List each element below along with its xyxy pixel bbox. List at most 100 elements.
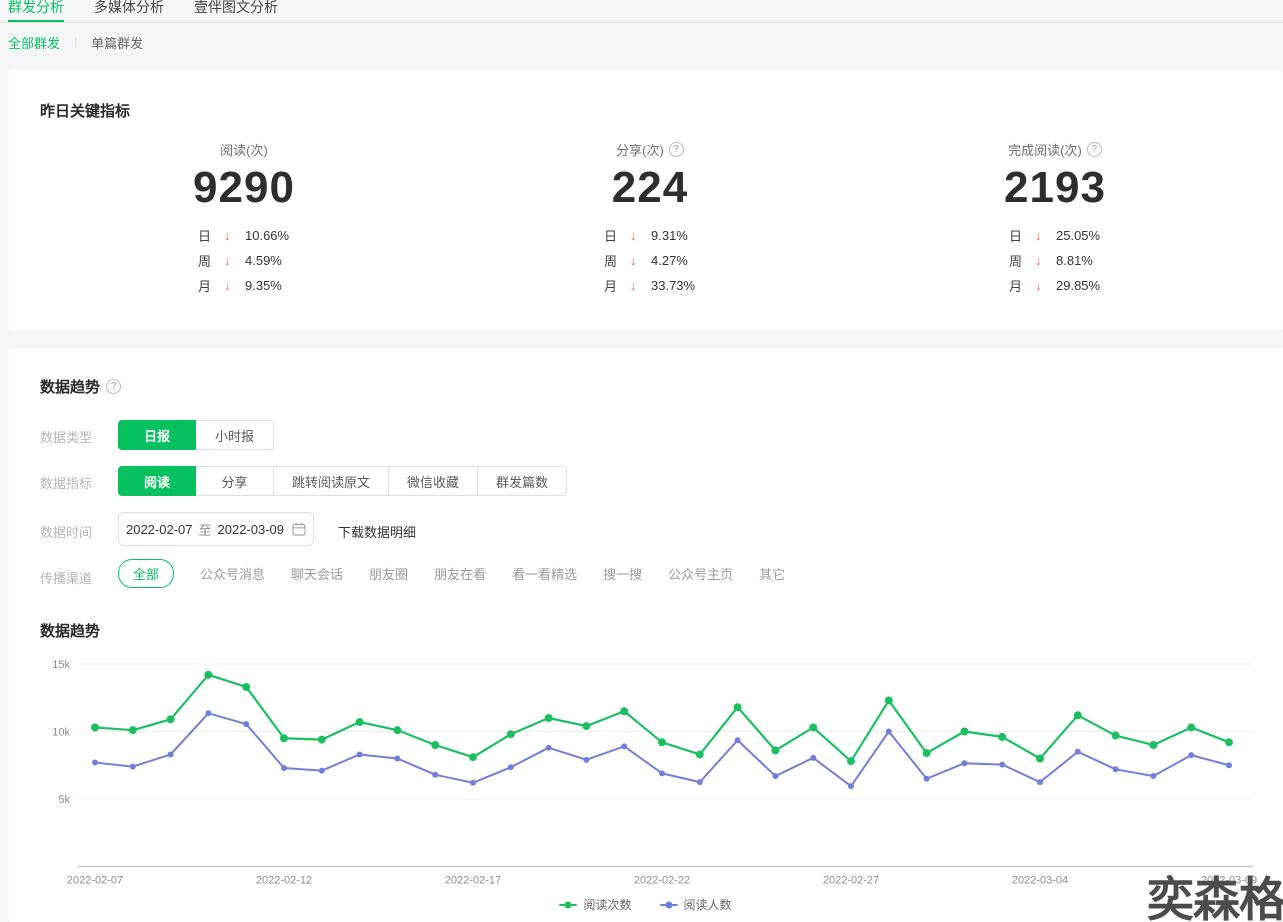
- channel-moments[interactable]: 朋友圈: [369, 564, 408, 583]
- period-label: 月: [604, 276, 630, 295]
- metric-share-label-text: 分享(次): [616, 140, 664, 159]
- filter-label-channel: 传播渠道: [40, 568, 92, 587]
- main-tabbar: 群发分析 多媒体分析 壹伴图文分析: [0, 0, 1283, 23]
- metric-wechat-favorite-button[interactable]: 微信收藏: [389, 466, 478, 496]
- legend-reader-count[interactable]: 阅读人数: [660, 896, 732, 913]
- percent-value: 4.27%: [651, 253, 688, 268]
- legend-read-count[interactable]: 阅读次数: [559, 896, 631, 913]
- period-label: 日: [604, 226, 630, 245]
- percent-value: 8.81%: [1056, 253, 1093, 268]
- legend-marker-green: [559, 904, 577, 906]
- period-label: 周: [198, 251, 224, 270]
- site-watermark: 奕森格: [1147, 861, 1283, 922]
- filter-label-data-type: 数据类型: [40, 427, 92, 446]
- chart-legend: 阅读次数 阅读人数: [8, 896, 1283, 913]
- period-label: 周: [1009, 251, 1035, 270]
- channel-filter-row: 全部 公众号消息 聊天会话 朋友圈 朋友在看 看一看精选 搜一搜 公众号主页 其…: [118, 559, 785, 588]
- channel-account-homepage[interactable]: 公众号主页: [668, 564, 733, 583]
- trend-row-day: 日 ↓ 9.31%: [590, 223, 710, 248]
- down-arrow-icon: ↓: [630, 253, 651, 268]
- legend-label: 阅读人数: [684, 896, 732, 913]
- help-icon[interactable]: ?: [669, 142, 684, 157]
- channel-friends-reading[interactable]: 朋友在看: [434, 564, 486, 583]
- channel-top-stories[interactable]: 看一看精选: [512, 564, 577, 583]
- metric-share-count: 分享(次) ? 224 日 ↓ 9.31% 周 ↓ 4.27% 月 ↓ 33.7…: [530, 140, 770, 298]
- tab-yiban-article-analysis[interactable]: 壹伴图文分析: [194, 0, 278, 22]
- trend-row-week: 周 ↓ 4.59%: [184, 248, 304, 273]
- svg-text:2022-03-04: 2022-03-04: [1012, 875, 1068, 887]
- tab-multimedia-analysis[interactable]: 多媒体分析: [94, 0, 164, 22]
- period-label: 月: [198, 276, 224, 295]
- help-icon[interactable]: ?: [1087, 142, 1102, 157]
- metric-read-count: 阅读(次) 9290 日 ↓ 10.66% 周 ↓ 4.59% 月 ↓ 9.35…: [124, 140, 364, 298]
- data-type-daily-button[interactable]: 日报: [118, 420, 196, 450]
- period-label: 月: [1009, 276, 1035, 295]
- trend-row-day: 日 ↓ 10.66%: [184, 223, 304, 248]
- trend-row-month: 月 ↓ 29.85%: [995, 273, 1115, 298]
- percent-value: 9.35%: [245, 278, 282, 293]
- metric-read-trends: 日 ↓ 10.66% 周 ↓ 4.59% 月 ↓ 9.35%: [184, 223, 304, 298]
- channel-chat-session[interactable]: 聊天会话: [291, 564, 343, 583]
- trend-row-month: 月 ↓ 33.73%: [590, 273, 710, 298]
- down-arrow-icon: ↓: [630, 278, 651, 293]
- metric-read-button[interactable]: 阅读: [118, 466, 196, 496]
- svg-text:2022-02-07: 2022-02-07: [67, 875, 123, 887]
- percent-value: 33.73%: [651, 278, 695, 293]
- metric-share-trends: 日 ↓ 9.31% 周 ↓ 4.27% 月 ↓ 33.73%: [590, 223, 710, 298]
- date-range-end: 2022-03-09: [218, 522, 285, 537]
- down-arrow-icon: ↓: [224, 278, 245, 293]
- metrics-card-title-text: 昨日关键指标: [40, 100, 130, 121]
- yesterday-key-metrics-card: 昨日关键指标 阅读(次) 9290 日 ↓ 10.66% 周 ↓ 4.59% 月…: [8, 70, 1283, 330]
- percent-value: 10.66%: [245, 228, 289, 243]
- help-icon[interactable]: ?: [106, 379, 121, 394]
- down-arrow-icon: ↓: [1035, 228, 1056, 243]
- percent-value: 25.05%: [1056, 228, 1100, 243]
- period-label: 日: [1009, 226, 1035, 245]
- channel-all[interactable]: 全部: [118, 559, 174, 588]
- channel-other[interactable]: 其它: [759, 564, 785, 583]
- metric-mass-send-count-button[interactable]: 群发篇数: [478, 466, 567, 496]
- data-type-hourly-button[interactable]: 小时报: [196, 420, 274, 450]
- trend-row-week: 周 ↓ 8.81%: [995, 248, 1115, 273]
- trend-line-chart[interactable]: 5k10k15k2022-02-072022-02-122022-02-1720…: [8, 643, 1283, 893]
- metric-complete-read-label: 完成阅读(次) ?: [935, 140, 1175, 159]
- data-metric-button-group: 阅读 分享 跳转阅读原文 微信收藏 群发篇数: [118, 466, 567, 496]
- svg-text:2022-02-27: 2022-02-27: [823, 875, 879, 887]
- svg-text:10k: 10k: [52, 727, 70, 739]
- date-range-start: 2022-02-07: [126, 522, 193, 537]
- metrics-card-title: 昨日关键指标: [40, 100, 130, 121]
- down-arrow-icon: ↓: [630, 228, 651, 243]
- svg-text:2022-02-22: 2022-02-22: [634, 875, 690, 887]
- period-label: 日: [198, 226, 224, 245]
- period-label: 周: [604, 251, 630, 270]
- metric-complete-read-label-text: 完成阅读(次): [1008, 140, 1082, 159]
- metric-complete-read-value: 2193: [935, 163, 1175, 213]
- metric-complete-read-count: 完成阅读(次) ? 2193 日 ↓ 25.05% 周 ↓ 8.81% 月 ↓ …: [935, 140, 1175, 298]
- subtab-divider: |: [74, 35, 77, 49]
- metric-complete-read-trends: 日 ↓ 25.05% 周 ↓ 8.81% 月 ↓ 29.85%: [995, 223, 1115, 298]
- subtab-single-mass-send[interactable]: 单篇群发: [91, 33, 143, 52]
- svg-text:2022-02-17: 2022-02-17: [445, 875, 501, 887]
- svg-text:15k: 15k: [52, 659, 70, 671]
- date-range-separator: 至: [198, 520, 211, 539]
- metric-share-button[interactable]: 分享: [196, 466, 274, 496]
- down-arrow-icon: ↓: [1035, 278, 1056, 293]
- chart-title: 数据趋势: [40, 620, 100, 641]
- data-trend-card: 数据趋势 ? 数据类型 日报 小时报 数据指标 阅读 分享 跳转阅读原文 微信收…: [8, 348, 1283, 922]
- metric-jump-original-button[interactable]: 跳转阅读原文: [274, 466, 389, 496]
- trend-row-day: 日 ↓ 25.05%: [995, 223, 1115, 248]
- metric-read-label: 阅读(次): [124, 140, 364, 159]
- metric-read-label-text: 阅读(次): [220, 140, 268, 159]
- svg-text:5k: 5k: [58, 794, 70, 806]
- percent-value: 9.31%: [651, 228, 688, 243]
- metric-share-value: 224: [530, 163, 770, 213]
- date-range-picker[interactable]: 2022-02-07 至 2022-03-09: [118, 512, 314, 546]
- trend-row-month: 月 ↓ 9.35%: [184, 273, 304, 298]
- legend-marker-blue: [660, 904, 678, 906]
- subtab-all-mass-send[interactable]: 全部群发: [8, 33, 60, 52]
- tab-mass-send-analysis[interactable]: 群发分析: [8, 0, 64, 22]
- download-data-detail-link[interactable]: 下载数据明细: [338, 522, 416, 541]
- trend-card-title: 数据趋势 ?: [40, 376, 121, 397]
- channel-official-account-message[interactable]: 公众号消息: [200, 564, 265, 583]
- channel-search[interactable]: 搜一搜: [603, 564, 642, 583]
